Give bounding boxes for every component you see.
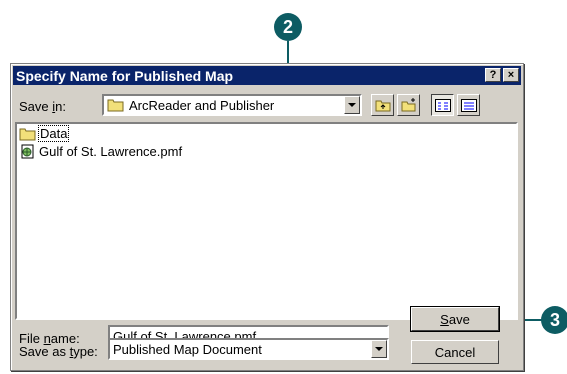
callout-3: 3 — [541, 306, 567, 334]
chevron-down-icon[interactable] — [371, 340, 387, 358]
details-view-icon — [460, 98, 477, 112]
help-button[interactable]: ? — [485, 68, 501, 82]
folder-icon — [19, 127, 36, 141]
save-button[interactable]: Save — [410, 306, 500, 332]
save-in-label: Save in: — [19, 99, 66, 114]
new-folder-icon — [401, 98, 417, 112]
close-button[interactable]: × — [503, 68, 519, 82]
folder-open-icon — [107, 98, 125, 112]
list-item[interactable]: Data — [19, 125, 70, 142]
save-as-type-value: Published Map Document — [113, 341, 262, 357]
up-folder-icon — [375, 98, 391, 112]
list-view-button[interactable] — [431, 94, 454, 116]
list-item-label: Data — [37, 125, 70, 142]
save-as-type-label: Save as type: — [19, 344, 98, 359]
cancel-button[interactable]: Cancel — [411, 340, 499, 364]
save-in-value: ArcReader and Publisher — [129, 97, 275, 113]
save-as-type-dropdown[interactable]: Published Map Document — [108, 338, 389, 360]
new-folder-button[interactable] — [397, 94, 420, 116]
map-document-icon — [19, 144, 36, 159]
list-item[interactable]: Gulf of St. Lawrence.pmf — [19, 144, 182, 159]
list-item-label: Gulf of St. Lawrence.pmf — [39, 144, 183, 159]
title-bar: Specify Name for Published Map ? × — [13, 66, 521, 85]
file-list[interactable]: Data Gulf of St. Lawrence.pmf — [15, 122, 518, 320]
save-in-dropdown[interactable]: ArcReader and Publisher — [102, 94, 362, 116]
details-view-button[interactable] — [457, 94, 480, 116]
up-folder-button[interactable] — [371, 94, 394, 116]
callout-2: 2 — [274, 13, 302, 41]
dialog-title: Specify Name for Published Map — [16, 67, 234, 84]
save-dialog: Specify Name for Published Map ? × Save … — [10, 63, 524, 371]
list-view-icon — [434, 98, 451, 112]
chevron-down-icon[interactable] — [344, 96, 360, 114]
